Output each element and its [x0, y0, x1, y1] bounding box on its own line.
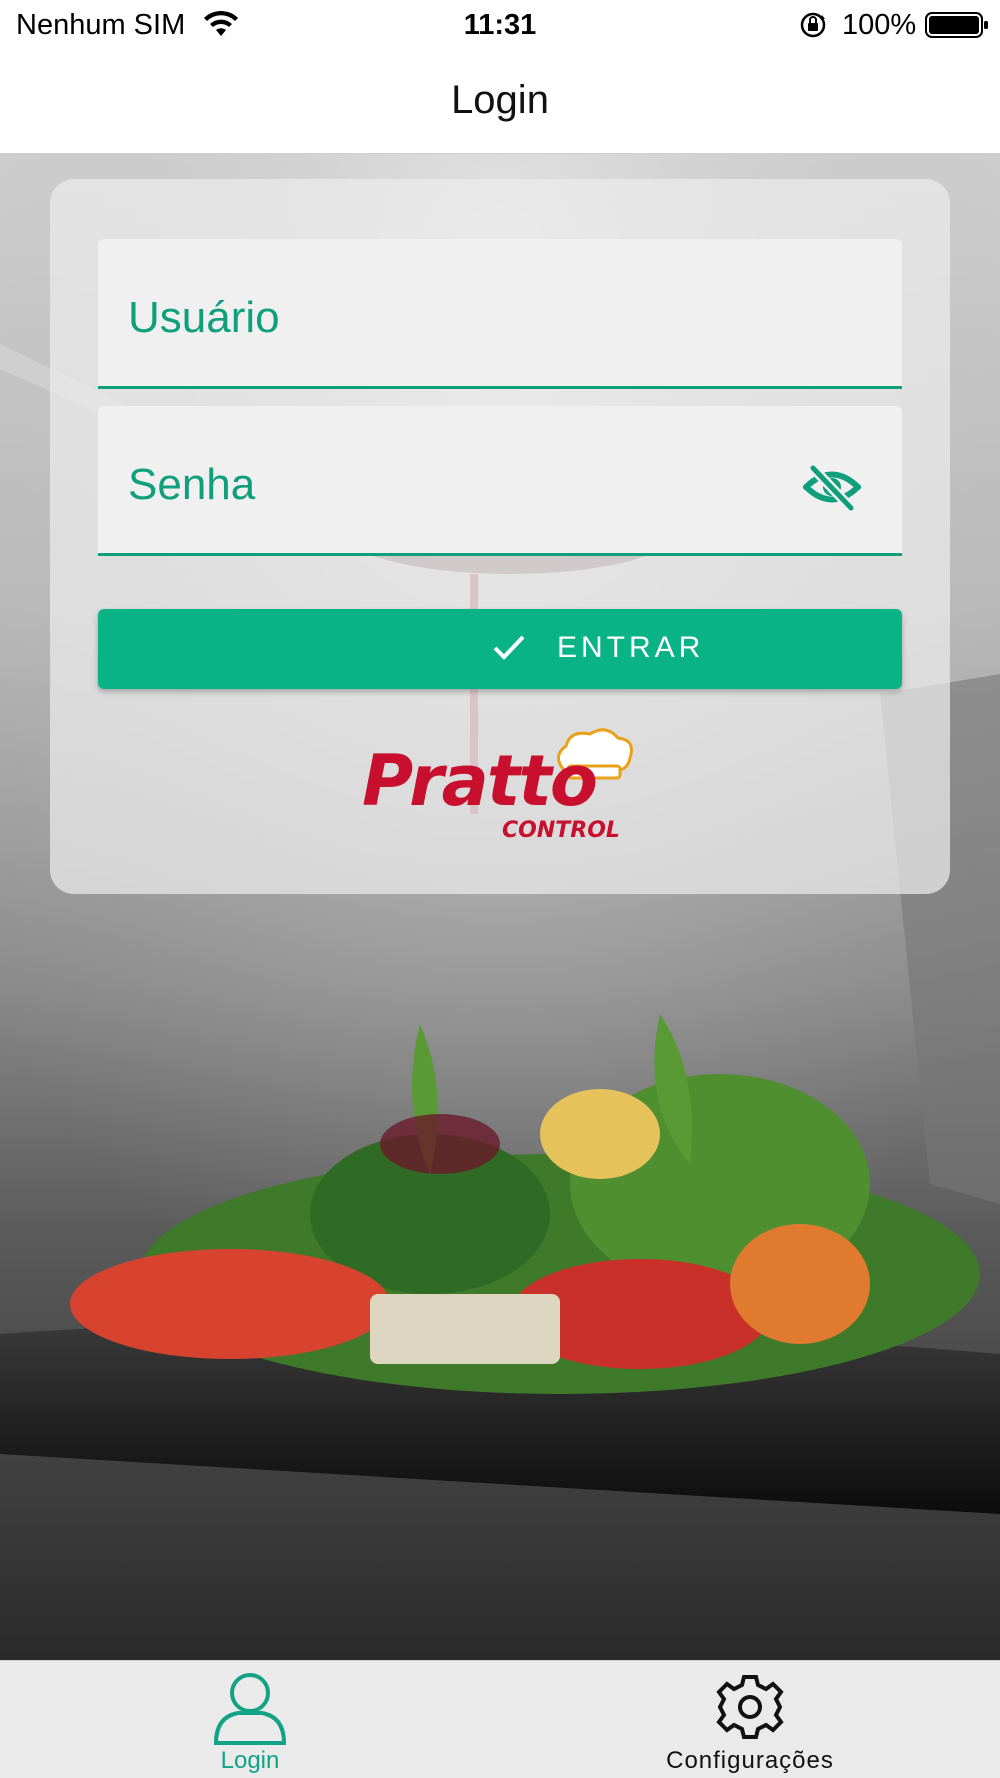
login-button-label: ENTRAR	[557, 631, 705, 664]
check-icon	[493, 635, 525, 660]
page-title: Login	[451, 78, 549, 122]
tab-settings[interactable]: Configurações	[500, 1661, 1000, 1778]
navigation-bar: Login	[0, 52, 1000, 154]
rotation-lock-icon	[800, 12, 826, 38]
pratto-control-logo: Pratto CONTROL	[356, 726, 640, 848]
password-field[interactable]: Senha	[98, 406, 902, 556]
eye-off-icon[interactable]	[803, 462, 861, 512]
username-field[interactable]: Usuário	[98, 239, 902, 389]
gear-icon	[716, 1675, 784, 1739]
login-button[interactable]: ENTRAR	[98, 609, 902, 689]
logo-subtitle: CONTROL	[502, 818, 620, 843]
status-bar: Nenhum SIM 11:31 100%	[0, 0, 1000, 52]
battery-icon	[925, 12, 988, 38]
tab-settings-label: Configurações	[666, 1747, 834, 1774]
logo-wordmark: Pratto	[362, 740, 598, 822]
tab-login[interactable]: Login	[0, 1661, 500, 1778]
tab-login-label: Login	[220, 1747, 280, 1774]
battery-percent: 100%	[842, 9, 917, 41]
app-root: Nenhum SIM 11:31 100% Login Usuário Senh…	[0, 0, 1000, 1778]
tab-bar: Login Configurações	[0, 1660, 1000, 1778]
username-placeholder: Usuário	[128, 293, 280, 342]
password-placeholder: Senha	[128, 460, 256, 509]
user-icon	[213, 1673, 287, 1745]
